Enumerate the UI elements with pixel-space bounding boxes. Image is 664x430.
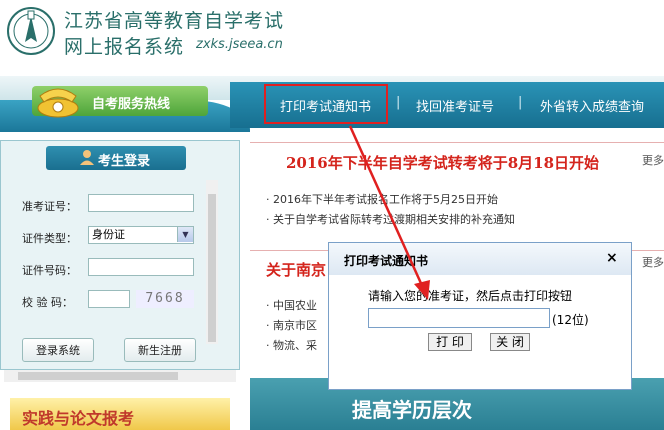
list-item[interactable]: · 中国农业 (266, 297, 317, 313)
emblem-icon (7, 7, 55, 55)
dialog-prompt: 请输入您的准考证，然后点击打印按钮 (368, 289, 573, 303)
nav-separator: | (396, 95, 401, 110)
id-number-label: 证件号码： (22, 264, 77, 277)
ticket-number-input[interactable] (368, 308, 550, 328)
list-item[interactable]: · 南京市区 (266, 317, 317, 333)
hotline-label: 自考服务热线 (92, 97, 171, 112)
scrollbar-thumb[interactable] (18, 372, 178, 380)
more-link[interactable]: 更多 (642, 254, 664, 270)
captcha-input[interactable] (88, 290, 130, 308)
telephone-icon (37, 88, 79, 118)
dialog-title: 打印考试通知书 (344, 254, 429, 268)
id-type-label: 证件类型： (22, 232, 77, 245)
login-panel (0, 140, 240, 370)
close-button[interactable]: 关 闭 (490, 333, 530, 351)
site-url: zxks.jseea.cn (196, 37, 283, 52)
close-icon[interactable]: × (606, 250, 618, 266)
practice-banner-label[interactable]: 实践与论文报考 (22, 405, 134, 429)
list-item[interactable]: · 2016年下半年考试报名工作将于5月25日开始 (266, 191, 498, 207)
bottom-banner-text: 提高学历层次 (352, 398, 472, 422)
login-title: 考生登录 (98, 154, 151, 169)
id-number-input[interactable] (88, 258, 194, 276)
ticket-label: 准考证号： (22, 200, 77, 213)
news-item-text[interactable]: 关于自学考试省际转考过渡期相关安排的补充通知 (273, 213, 515, 226)
login-button[interactable]: 登录系统 (22, 338, 94, 362)
news-2-title[interactable]: 关于南京 (266, 259, 326, 280)
user-icon (80, 150, 94, 165)
list-item[interactable]: · 物流、采 (266, 337, 317, 353)
scrollbar-thumb[interactable] (208, 194, 216, 342)
nav-separator: | (518, 95, 523, 110)
register-button[interactable]: 新生注册 (124, 338, 196, 362)
news-item-text[interactable]: 2016年下半年考试报名工作将于5月25日开始 (273, 193, 498, 206)
nav-find-ticket[interactable]: 找回准考证号 (416, 96, 494, 115)
list-item[interactable]: · 关于自学考试省际转考过渡期相关安排的补充通知 (266, 211, 515, 227)
site-subtitle: 网上报名系统 (64, 36, 185, 58)
captcha-label: 校 验 码： (22, 296, 73, 309)
news-1-title[interactable]: 2016年下半年自学考试转考将于8月18日开始 (286, 152, 599, 173)
print-button[interactable]: 打 印 (428, 333, 472, 351)
more-link[interactable]: 更多 (642, 152, 664, 168)
news-item-text[interactable]: 南京市区 (273, 319, 317, 332)
site-title: 江苏省高等教育自学考试 (64, 10, 285, 32)
nav-transfer-score[interactable]: 外省转入成绩查询 (540, 96, 644, 115)
captcha-image[interactable]: 7668 (136, 290, 194, 308)
news-item-text[interactable]: 物流、采 (273, 339, 317, 352)
annotation-highlight-box (264, 84, 388, 124)
dialog-hint: (12位) (552, 313, 589, 327)
chevron-down-icon[interactable]: ▼ (177, 227, 193, 242)
ticket-input[interactable] (88, 194, 194, 212)
news-item-text[interactable]: 中国农业 (273, 299, 317, 312)
